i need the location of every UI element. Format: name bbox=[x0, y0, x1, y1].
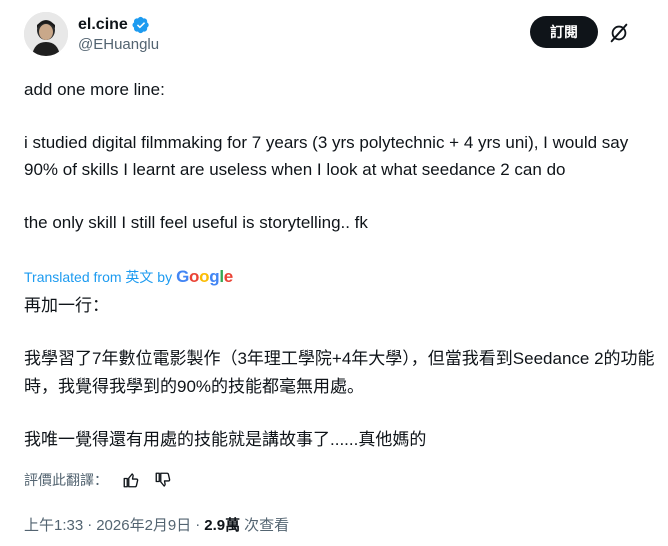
translated-by[interactable]: Translated from 英文 by Google bbox=[24, 267, 233, 287]
meta-separator: · bbox=[195, 516, 201, 533]
thumbs-down-icon[interactable] bbox=[154, 471, 172, 489]
author-block: el.cine @EHuanglu bbox=[78, 15, 159, 53]
translation-line: 我唯一覺得還有用處的技能就是講故事了......真他媽的 bbox=[24, 430, 427, 449]
rate-translation: 評價此翻譯： bbox=[24, 470, 172, 490]
meta-separator: · bbox=[87, 516, 93, 533]
verified-badge-icon[interactable] bbox=[132, 16, 150, 34]
translated-label: Translated from 英文 by bbox=[24, 269, 173, 285]
handle[interactable]: @EHuanglu bbox=[78, 36, 159, 53]
tweet-header: el.cine @EHuanglu 訂閱 bbox=[24, 12, 644, 64]
avatar-image bbox=[24, 12, 68, 56]
views-count: 2.9萬 bbox=[204, 517, 241, 534]
display-name[interactable]: el.cine bbox=[78, 16, 128, 34]
tweet-line: add one more line: bbox=[24, 80, 165, 99]
tweet-time[interactable]: 上午1:33 bbox=[24, 514, 83, 535]
translation-line: 我學習了7年數位電影製作（3年理工學院+4年大學），但當我看到Seedance … bbox=[24, 349, 655, 396]
tweet-body: add one more line: i studied digital fil… bbox=[24, 76, 664, 236]
thumbs-up-icon[interactable] bbox=[122, 471, 140, 489]
tweet-meta: 上午1:33 · 2026年2月9日 · 2.9萬 次查看 bbox=[24, 514, 289, 535]
subscribe-button[interactable]: 訂閱 bbox=[530, 16, 598, 48]
avatar[interactable] bbox=[24, 12, 68, 56]
rate-translation-label: 評價此翻譯： bbox=[24, 472, 108, 488]
tweet-line: i studied digital filmmaking for 7 years… bbox=[24, 133, 629, 179]
translation-body: 再加一行： 我學習了7年數位電影製作（3年理工學院+4年大學），但當我看到See… bbox=[24, 292, 664, 454]
tweet-line: the only skill I still feel useful is st… bbox=[24, 213, 368, 232]
grok-icon[interactable] bbox=[608, 22, 630, 44]
views-label: 次查看 bbox=[244, 517, 290, 534]
tweet-date[interactable]: 2026年2月9日 bbox=[96, 514, 191, 535]
translation-line: 再加一行： bbox=[24, 296, 109, 315]
google-logo: Google bbox=[176, 267, 233, 286]
